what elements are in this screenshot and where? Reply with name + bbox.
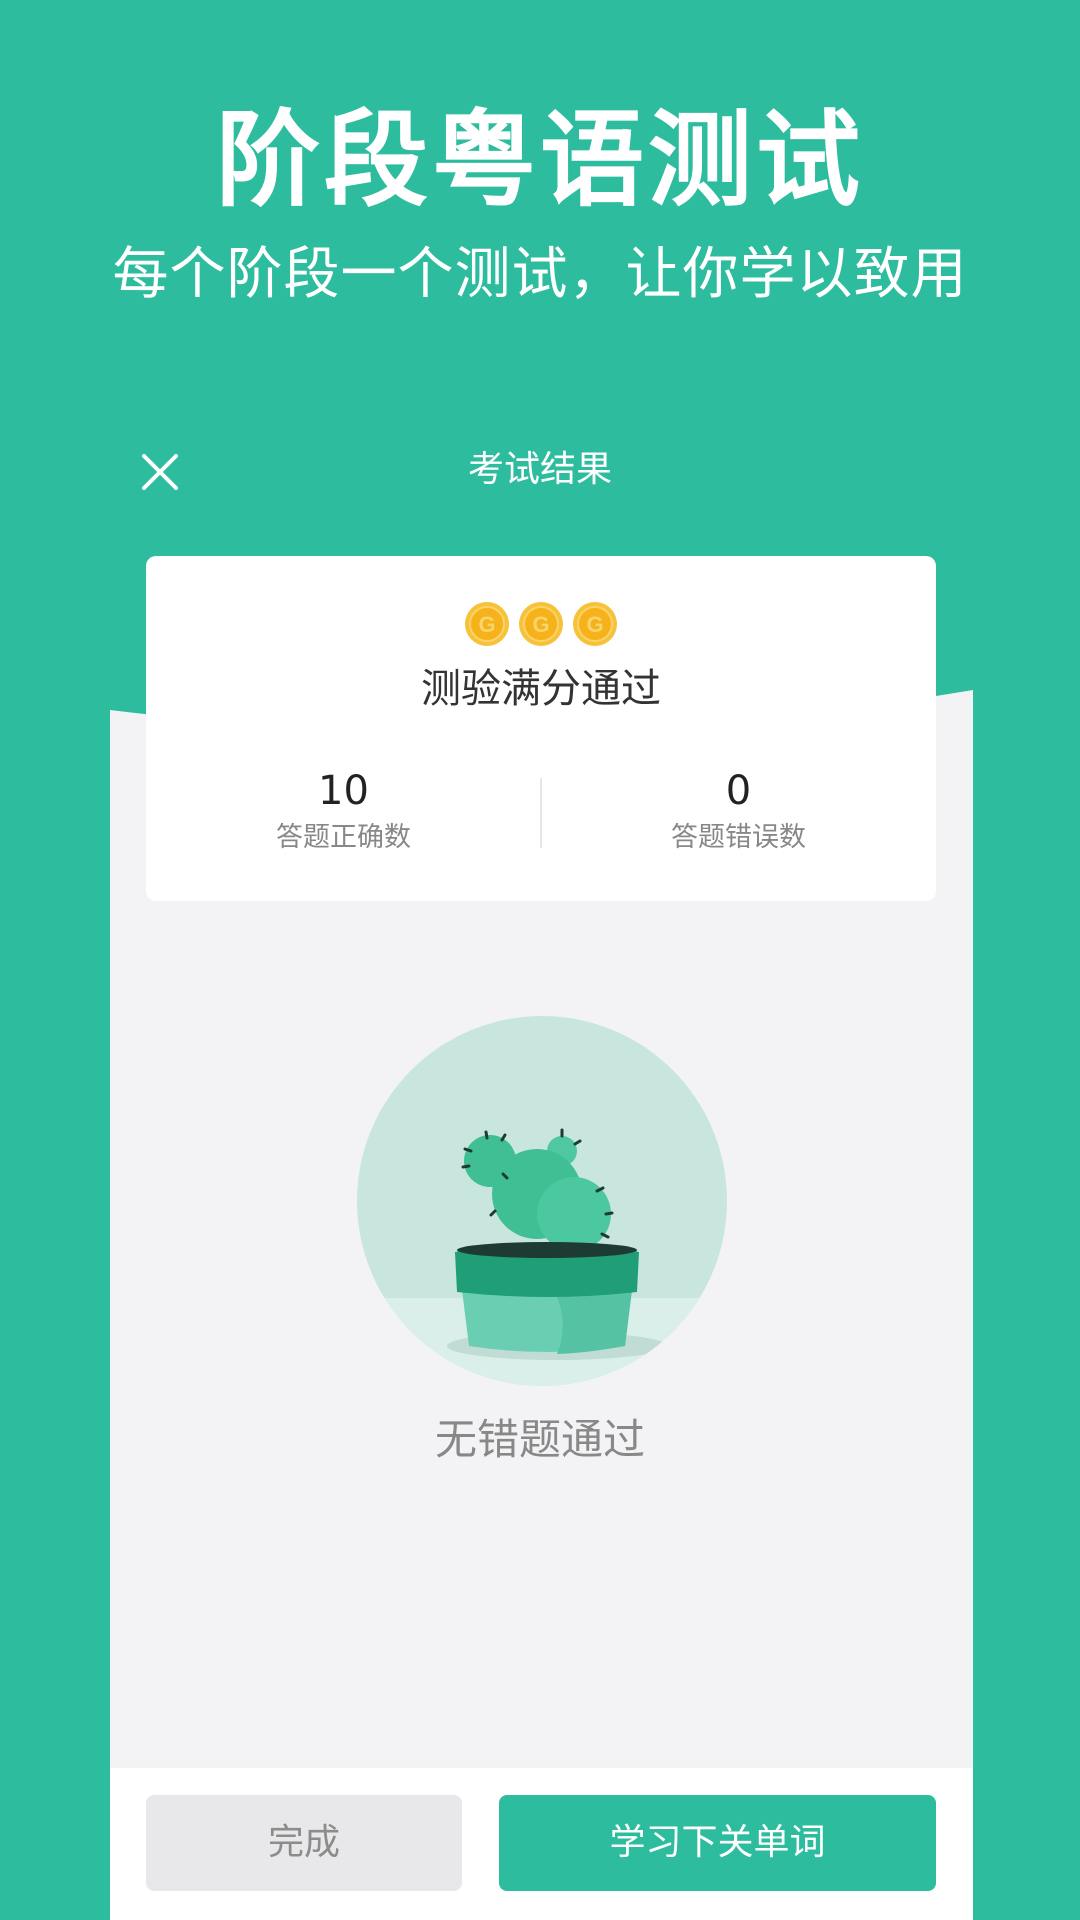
coin-icon: G (573, 602, 617, 646)
coin-icon: G (465, 602, 509, 646)
coin-letter: G (532, 612, 549, 637)
wrong-count: 0 (725, 768, 752, 814)
illustration-caption: 无错题通过 (434, 1415, 645, 1464)
cactus-pot-icon (357, 1016, 727, 1386)
wrong-label: 答题错误数 (671, 822, 806, 853)
coin-letter: G (478, 612, 495, 637)
correct-label: 答题正确数 (276, 822, 411, 853)
next-level-button[interactable]: 学习下关单词 (499, 1795, 936, 1891)
result-card: G G G 测验满分通过 10 答题正确数 0 答题错误数 (146, 556, 936, 901)
promo-title: 阶段粤语测试 (215, 99, 864, 221)
done-button[interactable]: 完成 (146, 1795, 462, 1891)
coin-icon: G (519, 602, 563, 646)
header-title: 考试结果 (467, 449, 612, 490)
result-message: 测验满分通过 (421, 666, 661, 712)
coin-row: G G G (146, 601, 936, 647)
correct-stat: 10 答题正确数 (146, 766, 541, 858)
promo-subtitle: 每个阶段一个测试，让你学以致用 (112, 242, 968, 307)
coin-letter: G (586, 612, 603, 637)
correct-count: 10 (318, 768, 369, 814)
wrong-stat: 0 答题错误数 (541, 766, 936, 858)
